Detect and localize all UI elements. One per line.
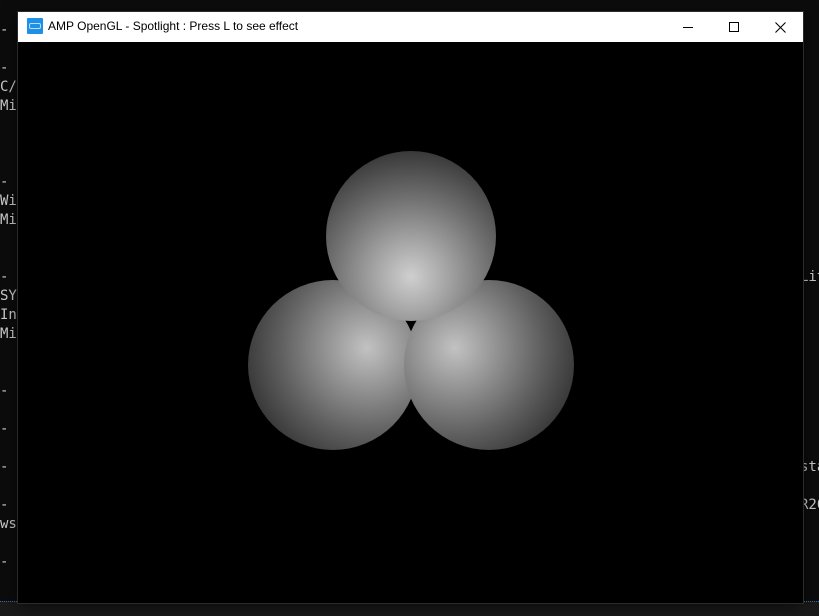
close-icon — [774, 21, 786, 33]
window-title: AMP OpenGL - Spotlight : Press L to see … — [48, 19, 299, 33]
render-canvas[interactable] — [18, 42, 803, 603]
minimize-button[interactable] — [665, 12, 711, 42]
close-button[interactable] — [757, 12, 803, 42]
maximize-button[interactable] — [711, 12, 757, 42]
sphere-top — [326, 151, 496, 321]
title-bar[interactable]: AMP OpenGL - Spotlight : Press L to see … — [18, 12, 803, 42]
opengl-window[interactable]: AMP OpenGL - Spotlight : Press L to see … — [18, 12, 803, 603]
maximize-icon — [729, 22, 739, 32]
minimize-icon — [683, 27, 693, 28]
console-status-strip — [0, 601, 819, 616]
opengl-app-icon[interactable] — [27, 18, 43, 34]
